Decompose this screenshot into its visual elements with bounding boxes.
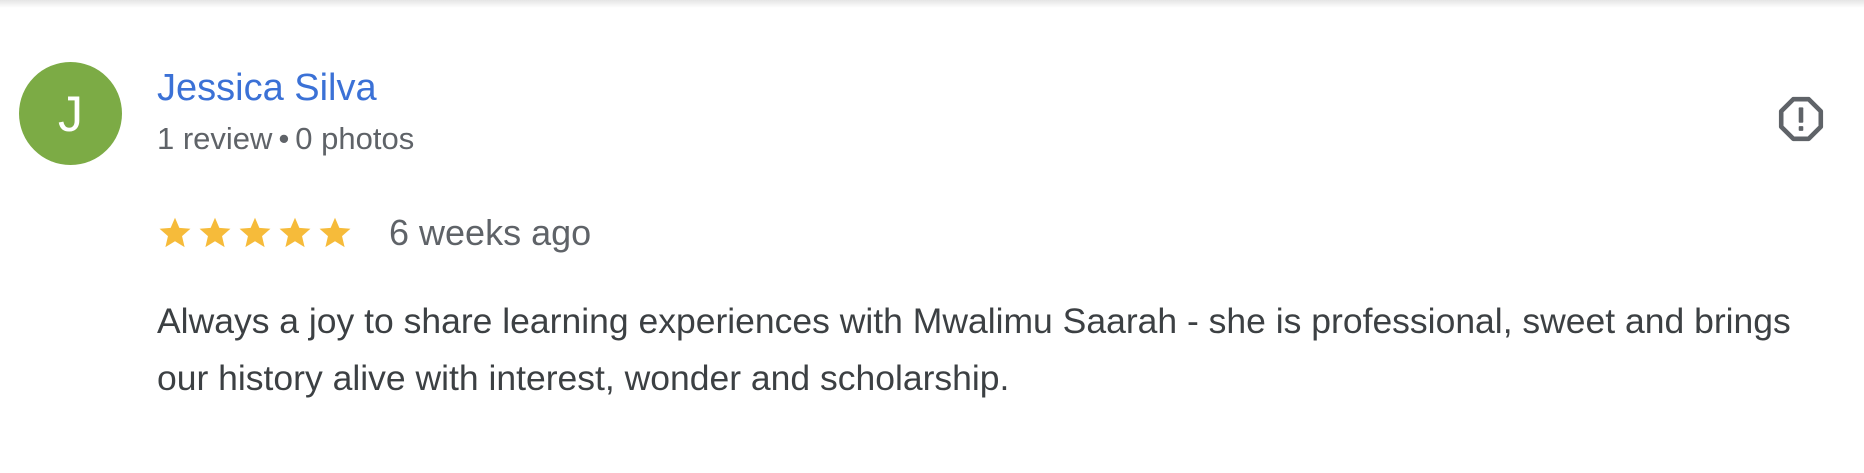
- review-count: 1 review: [157, 121, 273, 156]
- report-flag-icon: [1778, 96, 1824, 142]
- avatar-initial: J: [58, 85, 83, 142]
- review-date: 6 weeks ago: [389, 212, 592, 253]
- review-text: Always a joy to share learning experienc…: [157, 301, 1791, 398]
- star-icon: [279, 217, 311, 248]
- star-icon: [239, 217, 271, 248]
- report-button[interactable]: [1773, 91, 1829, 147]
- meta-separator: •: [278, 121, 290, 156]
- star-icon: [199, 217, 231, 248]
- top-divider-shadow: [0, 0, 1864, 8]
- review-card: J Jessica Silva 1 review • 0 photos 6 week…: [0, 0, 1864, 473]
- star-icon: [319, 217, 351, 248]
- star-rating: [157, 215, 353, 251]
- author-name[interactable]: Jessica Silva: [157, 64, 377, 112]
- rating-row: 6 weeks ago: [157, 210, 591, 256]
- star-icon: [159, 217, 191, 248]
- avatar[interactable]: J: [19, 62, 122, 165]
- photo-count: 0 photos: [295, 121, 415, 156]
- author-meta: 1 review • 0 photos: [157, 118, 414, 160]
